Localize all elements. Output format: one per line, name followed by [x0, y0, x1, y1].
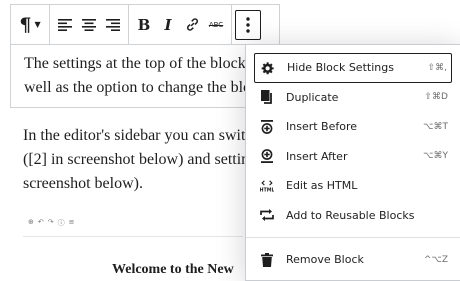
align-right-button[interactable] [101, 11, 125, 39]
undo-icon: ↶ [37, 218, 44, 226]
align-left-button[interactable] [53, 11, 77, 39]
menu-divider [246, 237, 460, 238]
menu-item-label: Insert Before [286, 120, 358, 134]
duplicate-icon [260, 90, 274, 105]
italic-button[interactable]: I [156, 11, 180, 39]
divider [23, 236, 243, 237]
format-group: B I ABC [129, 5, 232, 44]
menu-item-insert-after[interactable]: Insert After ⌥⌘Y [254, 142, 452, 172]
align-center-button[interactable] [77, 11, 101, 39]
menu-item-label: Insert After [286, 149, 348, 163]
reusable-icon [260, 208, 274, 222]
menu-item-shortcut: ⌥⌘Y [423, 151, 448, 162]
menu-item-shortcut: ⇧⌘D [424, 92, 448, 103]
menu-item-shortcut: ⌥⌘T [423, 121, 448, 132]
menu-item-remove-block[interactable]: Remove Block ^⌥Z [254, 245, 452, 275]
embedded-mini-toolbar: ⊕ ↶ ↷ ⓘ ≡ [28, 218, 75, 228]
welcome-heading: Welcome to the New [112, 262, 234, 277]
menu-item-label: Hide Block Settings [287, 61, 394, 75]
info-icon: ⓘ [57, 219, 65, 227]
block-type-switcher[interactable]: ¶ ▼ [14, 11, 46, 39]
html-icon: HTML [260, 179, 274, 193]
menu-item-shortcut: ⇧⌘, [427, 62, 447, 73]
alignment-group [50, 5, 129, 44]
strikethrough-icon: ABC [208, 20, 224, 29]
block-type-group: ¶ ▼ [11, 5, 50, 44]
menu-item-duplicate[interactable]: Duplicate ⇧⌘D [254, 83, 452, 113]
menu-item-shortcut: ^⌥Z [423, 254, 448, 265]
bold-icon: B [137, 15, 151, 34]
redo-icon: ↷ [47, 218, 54, 226]
trash-icon [260, 252, 274, 267]
more-options-button[interactable] [235, 9, 261, 40]
menu-item-edit-as-html[interactable]: HTML Edit as HTML [254, 171, 452, 201]
block-toolbar: ¶ ▼ B I ABC [10, 4, 280, 44]
insert-after-icon [260, 149, 274, 164]
menu-item-hide-block-settings[interactable]: Hide Block Settings ⇧⌘, [254, 53, 452, 83]
link-button[interactable] [180, 11, 204, 39]
bold-button[interactable]: B [132, 11, 156, 39]
menu-item-label: Remove Block [286, 253, 364, 267]
menu-item-insert-before[interactable]: Insert Before ⌥⌘T [254, 112, 452, 142]
add-icon: ⊕ [28, 218, 34, 226]
paragraph-icon: ¶ [19, 13, 32, 36]
menu-item-label: Add to Reusable Blocks [286, 208, 415, 222]
align-right-icon [106, 18, 120, 31]
caret-down-icon: ▼ [34, 20, 41, 29]
menu-item-add-to-reusable-blocks[interactable]: Add to Reusable Blocks [254, 201, 452, 231]
block-settings-menu: Hide Block Settings ⇧⌘, Duplicate ⇧⌘D In… [245, 44, 460, 281]
italic-icon: I [164, 15, 172, 34]
svg-text:HTML: HTML [260, 187, 274, 193]
menu-item-label: Edit as HTML [286, 179, 358, 193]
link-icon [186, 18, 198, 31]
align-center-icon [82, 18, 96, 31]
strikethrough-button[interactable]: ABC [204, 11, 228, 39]
align-left-icon [58, 18, 72, 31]
more-vertical-icon [246, 16, 250, 33]
menu-item-label: Duplicate [286, 90, 339, 104]
list-icon: ≡ [68, 218, 75, 226]
insert-before-icon [260, 119, 274, 134]
gear-icon [261, 61, 275, 75]
more-group [232, 5, 264, 44]
